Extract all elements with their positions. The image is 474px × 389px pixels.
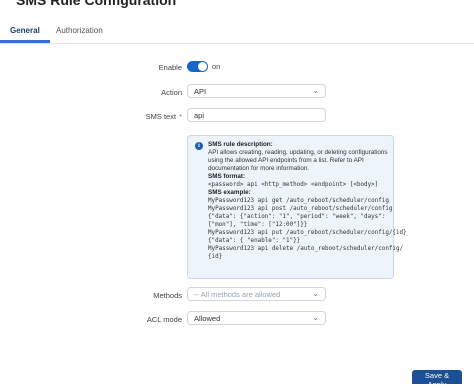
chevron-down-icon: ⌄ [312, 289, 319, 298]
toggle-knob [198, 62, 207, 71]
info-example-line: MyPassword123 api delete /auto_reboot/sc… [208, 246, 404, 252]
chevron-down-icon: ⌄ [312, 313, 319, 322]
action-select[interactable]: API ⌄ [187, 84, 326, 98]
save-apply-button[interactable]: Save & Apply [412, 370, 462, 389]
info-example-title: SMS example: [208, 189, 251, 196]
tab-authorization[interactable]: Authorization [56, 26, 103, 35]
chevron-down-icon: ⌄ [312, 86, 319, 95]
acl-mode-label: ACL mode [146, 315, 182, 324]
info-format-text: <password> api <http_method> <endpoint> … [208, 182, 379, 188]
acl-mode-select-value: Allowed [194, 314, 221, 323]
info-content: SMS rule description: API allows creatin… [208, 141, 407, 261]
info-format-title: SMS format: [208, 173, 246, 180]
info-example-line: MyPassword123 api post /auto_reboot/sche… [208, 206, 393, 212]
tab-general[interactable]: General [10, 26, 40, 35]
enable-state-text: on [212, 62, 221, 71]
info-icon: i [195, 142, 203, 150]
info-example-line: {"data": {"action": "1", "period": "week… [208, 214, 386, 220]
info-example-line: {"data": { "enable": "1"}} [208, 238, 301, 244]
sms-text-input-value: api [194, 111, 205, 120]
info-example-line: ["mon"], "time": ["12:00"]}} [208, 222, 308, 228]
required-mark: * [179, 112, 182, 121]
chevron-up-icon[interactable]: ⌃ [2, 0, 11, 8]
action-select-value: API [194, 87, 207, 96]
active-tab-indicator [0, 40, 50, 43]
methods-select-placeholder: -- All methods are allowed [194, 290, 281, 299]
action-label: Action [161, 88, 182, 97]
tab-bar: General Authorization [0, 19, 474, 44]
info-desc-title: SMS rule description: [208, 141, 273, 148]
page-header: ⌃ SMS Rule Configuration [0, 0, 474, 13]
sms-text-label: SMS text * [146, 112, 182, 121]
acl-mode-select[interactable]: Allowed ⌄ [187, 311, 326, 325]
methods-select[interactable]: -- All methods are allowed ⌄ [187, 287, 326, 301]
info-desc-text: API allows creating, reading, updating, … [208, 149, 388, 172]
enable-label: Enable [158, 63, 182, 72]
enable-toggle[interactable] [187, 61, 208, 72]
info-example-line: {id} [208, 254, 223, 260]
page-title: SMS Rule Configuration [16, 0, 177, 8]
sms-text-input[interactable]: api [187, 108, 326, 122]
info-example-line: MyPassword123 api get /auto_reboot/sched… [208, 198, 389, 204]
info-example-line: MyPassword123 api put /auto_reboot/sched… [208, 230, 407, 236]
sms-text-label-text: SMS text [145, 112, 177, 121]
info-box: i SMS rule description: API allows creat… [187, 135, 407, 279]
methods-label: Methods [153, 291, 182, 300]
